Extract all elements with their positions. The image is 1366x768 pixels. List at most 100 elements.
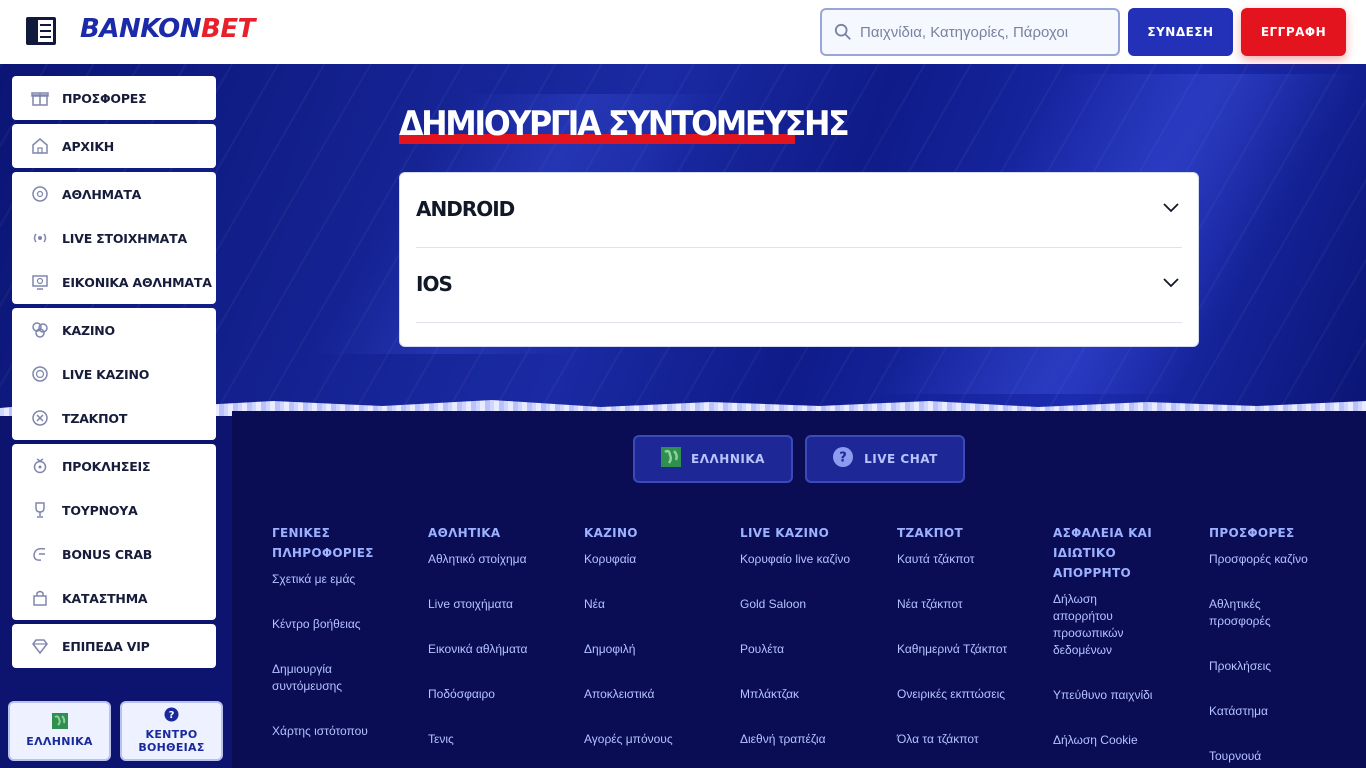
accordion-item-android[interactable]: ANDROID — [416, 173, 1182, 248]
sidebar-group-home: ΑΡΧΙΚΗ — [12, 124, 216, 168]
footer-link[interactable]: Ρουλέτα — [740, 641, 890, 658]
sidebar-item-home[interactable]: ΑΡΧΙΚΗ — [12, 124, 216, 168]
accordion-item-title: ANDROID — [416, 197, 515, 221]
footer-column-heading: ΚΑΖΙΝΟ — [584, 526, 638, 540]
sidebar-item-virtual-sports[interactable]: ΕΙΚΟΝΙΚΑ ΑΘΛΗΜΑΤΑ — [12, 260, 216, 304]
footer-link[interactable]: Ονειρικές εκπτώσεις — [897, 686, 1047, 703]
footer-link[interactable]: Δημιουργία συντόμευσης — [272, 661, 362, 695]
footer-link[interactable]: Καθημερινά Τζάκποτ — [897, 641, 1047, 658]
sidebar-item-label: ΑΡΧΙΚΗ — [62, 138, 115, 154]
footer-link[interactable]: Νέα — [584, 596, 734, 613]
help-icon: ? — [832, 446, 854, 473]
sidebar-item-sports[interactable]: ΑΘΛΗΜΑΤΑ — [12, 172, 216, 216]
footer-link[interactable]: Χάρτης ιστότοπου — [272, 723, 422, 740]
brand-logo[interactable]: BANKONBET — [80, 14, 255, 44]
chevron-down-icon — [1163, 203, 1179, 213]
footer-link[interactable]: Κατάστημα — [1209, 703, 1339, 720]
sidebar-item-casino[interactable]: ΚΑΖΙΝΟ — [12, 308, 216, 352]
sidebar: ΠΡΟΣΦΟΡΕΣ ΑΡΧΙΚΗ ΑΘΛΗΜΑΤΑ LIVE ΣΤΟΙΧΗΜΑΤ… — [0, 64, 232, 768]
footer-column-privacy: ΑΣΦΑΛΕΙΑ ΚΑΙ ΙΔΙΩΤΙΚΟ ΑΠΟΡΡΗΤΟ Δήλωση απ… — [1053, 523, 1178, 768]
live-chat-label: LIVE CHAT — [864, 452, 938, 466]
sidebar-item-jackpot[interactable]: ΤΖΑΚΠΟΤ — [12, 396, 216, 440]
accordion-item-title: IOS — [416, 272, 453, 296]
sidebar-item-label: ΕΙΚΟΝΙΚΑ ΑΘΛΗΜΑΤΑ — [62, 274, 212, 290]
live-broadcast-icon — [30, 228, 50, 248]
sidebar-toggle-icon[interactable] — [26, 17, 56, 45]
sidebar-group-extras: ΠΡΟΚΛΗΣΕΙΣ ΤΟΥΡΝΟΥΑ BONUS CRAB ΚΑΤΑΣΤΗΜΑ — [12, 444, 216, 620]
home-icon — [30, 136, 50, 156]
chevron-down-icon — [1163, 278, 1179, 288]
footer-link[interactable]: Αγορές μπόνους — [584, 731, 734, 748]
sidebar-item-live-casino[interactable]: LIVE ΚΑΖΙΝΟ — [12, 352, 216, 396]
footer-link[interactable]: Ποδόσφαιρο — [428, 686, 578, 703]
footer-link[interactable]: Διεθνή τραπέζια — [740, 731, 890, 748]
search-input[interactable] — [860, 18, 1110, 46]
login-button[interactable]: ΣΥΝΔΕΣΗ — [1128, 8, 1233, 56]
footer-link[interactable]: Προκλήσεις — [1209, 658, 1339, 675]
footer-link[interactable]: Δημοφιλή — [584, 641, 734, 658]
footer-link[interactable]: Νέα τζάκποτ — [897, 596, 1047, 613]
sidebar-help-center-button[interactable]: ? ΚΕΝΤΡΟ ΒΟΗΘΕΙΑΣ — [120, 701, 223, 761]
footer-link[interactable]: Σχετικά με εμάς — [272, 571, 422, 588]
sidebar-item-vip-levels[interactable]: ΕΠΙΠΕΔΑ VIP — [12, 624, 216, 668]
footer-link[interactable]: Δήλωση Cookie — [1053, 732, 1178, 749]
footer-link[interactable]: Gold Saloon — [740, 596, 890, 613]
footer-link[interactable]: Live στοιχήματα — [428, 596, 578, 613]
footer-link[interactable]: Αθλητικό στοίχημα — [428, 551, 578, 568]
footer-column-live-casino: LIVE ΚΑΖΙΝΟ Κορυφαίο live καζίνο Gold Sa… — [740, 523, 890, 768]
footer-link[interactable]: Αθλητικές προσφορές — [1209, 596, 1299, 630]
sidebar-item-tournaments[interactable]: ΤΟΥΡΝΟΥΑ — [12, 488, 216, 532]
footer-link[interactable]: Όλα τα τζάκποτ — [897, 731, 1047, 748]
sidebar-item-label: ΕΠΙΠΕΔΑ VIP — [62, 638, 150, 654]
svg-text:?: ? — [839, 450, 847, 465]
shopping-bag-icon — [30, 588, 50, 608]
footer-language-label: ΕΛΛΗΝΙΚΑ — [691, 452, 765, 466]
medal-icon — [30, 456, 50, 476]
footer-link[interactable]: Τενις — [428, 731, 578, 748]
gift-icon — [30, 88, 50, 108]
footer-link[interactable]: Κορυφαίο live καζίνο — [740, 551, 890, 568]
footer-link[interactable]: Κορυφαία — [584, 551, 734, 568]
live-chat-button[interactable]: ? LIVE CHAT — [805, 435, 965, 483]
claw-icon — [30, 544, 50, 564]
virtual-screen-icon — [30, 272, 50, 292]
sidebar-language-label: ΕΛΛΗΝΙΚΑ — [26, 735, 93, 748]
brand-logo-part2: BET — [201, 14, 255, 44]
page-title: ΔΗΜΙΟΥΡΓΙΑ ΣΥΝΤΟΜΕΥΣΗΣ — [399, 104, 850, 144]
sidebar-item-bonus-crab[interactable]: BONUS CRAB — [12, 532, 216, 576]
sidebar-group-sports: ΑΘΛΗΜΑΤΑ LIVE ΣΤΟΙΧΗΜΑΤΑ ΕΙΚΟΝΙΚΑ ΑΘΛΗΜΑ… — [12, 172, 216, 304]
sidebar-item-promotions[interactable]: ΠΡΟΣΦΟΡΕΣ — [12, 76, 216, 120]
sidebar-group-vip: ΕΠΙΠΕΔΑ VIP — [12, 624, 216, 668]
sidebar-language-button[interactable]: ΕΛΛΗΝΙΚΑ — [8, 701, 111, 761]
footer-link[interactable]: Εικονικά αθλήματα — [428, 641, 578, 658]
footer-link[interactable]: Αποκλειστικά — [584, 686, 734, 703]
footer-link[interactable]: Υπεύθυνο παιχνίδι — [1053, 687, 1178, 704]
dice-icon — [30, 320, 50, 340]
sidebar-item-shop[interactable]: ΚΑΤΑΣΤΗΜΑ — [12, 576, 216, 620]
accordion-item-ios[interactable]: IOS — [416, 248, 1182, 323]
register-button[interactable]: ΕΓΓΡΑΦΗ — [1241, 8, 1346, 56]
sidebar-item-label: LIVE ΣΤΟΙΧΗΜΑΤΑ — [62, 230, 187, 246]
jackpot-icon — [30, 408, 50, 428]
sidebar-item-challenges[interactable]: ΠΡΟΚΛΗΣΕΙΣ — [12, 444, 216, 488]
sidebar-item-label: ΠΡΟΚΛΗΣΕΙΣ — [62, 458, 151, 474]
sidebar-item-live-bets[interactable]: LIVE ΣΤΟΙΧΗΜΑΤΑ — [12, 216, 216, 260]
footer-column-heading: LIVE ΚΑΖΙΝΟ — [740, 526, 830, 540]
footer-link[interactable]: Μπλάκτζακ — [740, 686, 890, 703]
footer-link[interactable]: Προσφορές καζίνο — [1209, 551, 1339, 568]
footer-column-promotions: ΠΡΟΣΦΟΡΕΣ Προσφορές καζίνο Αθλητικές προ… — [1209, 523, 1339, 768]
footer-column-heading: ΓΕΝΙΚΕΣ ΠΛΗΡΟΦΟΡΙΕΣ — [272, 526, 374, 560]
footer-column-general: ΓΕΝΙΚΕΣ ΠΛΗΡΟΦΟΡΙΕΣ Σχετικά με εμάς Κέντ… — [272, 523, 422, 768]
svg-text:?: ? — [169, 710, 175, 721]
footer-link[interactable]: Δήλωση απορρήτου προσωπικών δεδομένων — [1053, 591, 1153, 659]
sidebar-item-label: ΑΘΛΗΜΑΤΑ — [62, 186, 142, 202]
footer-link[interactable]: Κέντρο βοήθειας — [272, 616, 422, 633]
search-box[interactable] — [820, 8, 1120, 56]
site-footer: ΕΛΛΗΝΙΚΑ ? LIVE CHAT ΓΕΝΙΚΕΣ ΠΛΗΡΟΦΟΡΙΕΣ… — [232, 411, 1366, 768]
sidebar-item-label: ΚΑΤΑΣΤΗΜΑ — [62, 590, 148, 606]
footer-link[interactable]: Τουρνουά — [1209, 748, 1339, 765]
footer-link[interactable]: Καυτά τζάκποτ — [897, 551, 1047, 568]
footer-language-button[interactable]: ΕΛΛΗΝΙΚΑ — [633, 435, 793, 483]
sidebar-group-promotions: ΠΡΟΣΦΟΡΕΣ — [12, 76, 216, 120]
sidebar-item-label: ΤΟΥΡΝΟΥΑ — [62, 502, 138, 518]
